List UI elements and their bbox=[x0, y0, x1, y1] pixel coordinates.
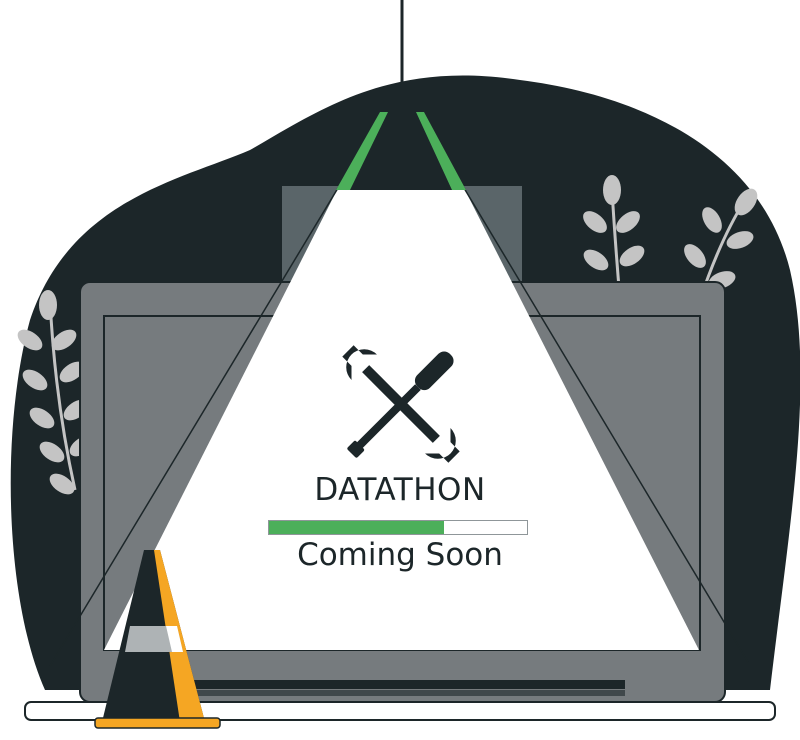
progress-fill bbox=[269, 521, 445, 534]
page-title: DATATHON bbox=[314, 472, 486, 508]
progress-bar bbox=[268, 520, 528, 535]
illustration-art bbox=[10, 0, 800, 729]
illustration: DATATHON Coming Soon bbox=[0, 0, 800, 735]
laptop-hinge-bar bbox=[190, 680, 625, 689]
page-subtitle: Coming Soon bbox=[297, 537, 503, 573]
